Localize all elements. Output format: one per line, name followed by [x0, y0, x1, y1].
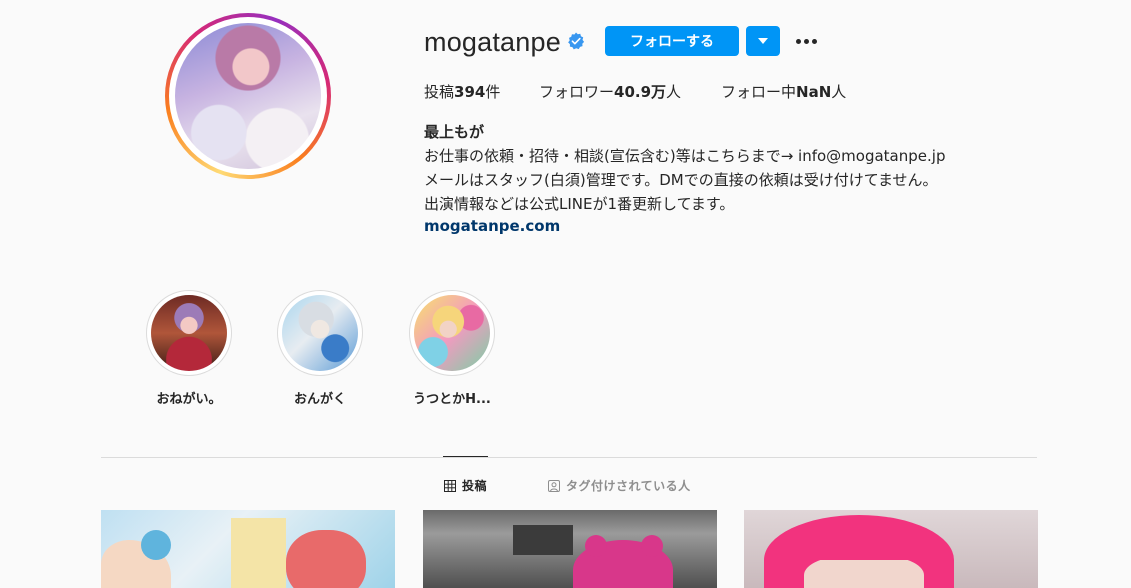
- followers-unit: 人: [666, 83, 682, 101]
- tabs-divider: [101, 457, 1037, 458]
- highlight-ring: [146, 290, 232, 376]
- verified-badge-icon: [568, 32, 585, 50]
- bio-line-2: メールはスタッフ(白須)管理です。DMでの直接の依頼は受け付けてません。: [424, 171, 938, 189]
- profile-username: mogatanpe: [424, 27, 561, 57]
- highlight-item[interactable]: おねがい。: [129, 290, 249, 407]
- highlight-item[interactable]: おんがく: [260, 290, 380, 407]
- posts-count: 投稿394件: [424, 81, 500, 102]
- highlight-cover: [282, 295, 358, 371]
- post-thumbnail[interactable]: [101, 510, 395, 588]
- suggestions-dropdown-button[interactable]: [746, 26, 780, 56]
- following-link[interactable]: フォロー中NaN人: [721, 81, 846, 102]
- post-thumbnail[interactable]: [423, 510, 717, 588]
- profile-website-link[interactable]: mogatanpe.com: [424, 217, 560, 235]
- following-label: フォロー中: [721, 83, 797, 101]
- posts-value: 394: [454, 83, 486, 101]
- followers-value: 40.9万: [614, 83, 667, 101]
- post-illustration-shape: [286, 530, 366, 588]
- following-unit: 人: [831, 83, 847, 101]
- post-illustration-shape: [141, 530, 171, 560]
- grid-icon: [444, 479, 456, 492]
- highlight-ring: [409, 290, 495, 376]
- post-subject-shape: [585, 535, 607, 557]
- profile-avatar[interactable]: [175, 23, 321, 169]
- more-dot: [811, 38, 817, 44]
- follow-button[interactable]: フォローする: [605, 26, 739, 56]
- tab-posts[interactable]: 投稿: [444, 477, 487, 494]
- bio-line-3: 出演情報などは公式LINEが1番更新してます。: [424, 195, 735, 213]
- active-tab-indicator: [443, 456, 488, 457]
- followers-link[interactable]: フォロワー40.9万人: [539, 81, 681, 102]
- post-thumbnail[interactable]: [744, 510, 1038, 588]
- post-background-shape: [513, 525, 573, 555]
- posts-unit: 件: [485, 83, 501, 101]
- tab-posts-label: 投稿: [462, 479, 488, 493]
- post-subject-shape: [641, 535, 663, 557]
- tagged-person-icon: [548, 479, 560, 492]
- caret-down-icon: [758, 38, 768, 44]
- posts-label: 投稿: [424, 83, 455, 101]
- bio-line-1: お仕事の依頼・招待・相談(宣伝含む)等はこちらまで→ info@mogatanp…: [424, 147, 946, 165]
- highlight-cover: [151, 295, 227, 371]
- profile-full-name: 最上もが: [424, 123, 485, 141]
- more-options-button[interactable]: [793, 30, 819, 52]
- tab-tagged-label: タグ付けされている人: [566, 479, 691, 493]
- followers-label: フォロワー: [539, 83, 615, 101]
- post-title-block: [231, 518, 286, 588]
- highlight-label: おんがく: [293, 392, 346, 407]
- following-value: NaN: [796, 83, 832, 101]
- highlight-ring: [277, 290, 363, 376]
- profile-avatar-ring[interactable]: [165, 13, 331, 179]
- more-dot: [803, 38, 809, 44]
- highlight-item[interactable]: うつとかH...: [392, 290, 512, 407]
- highlight-cover: [414, 295, 490, 371]
- highlight-label: うつとかH...: [413, 392, 491, 407]
- post-subject-shape: [804, 538, 924, 560]
- tab-tagged[interactable]: タグ付けされている人: [548, 477, 691, 494]
- avatar-frame: [169, 17, 327, 175]
- more-dots-icon: [795, 38, 801, 44]
- highlight-label: おねがい。: [156, 392, 222, 407]
